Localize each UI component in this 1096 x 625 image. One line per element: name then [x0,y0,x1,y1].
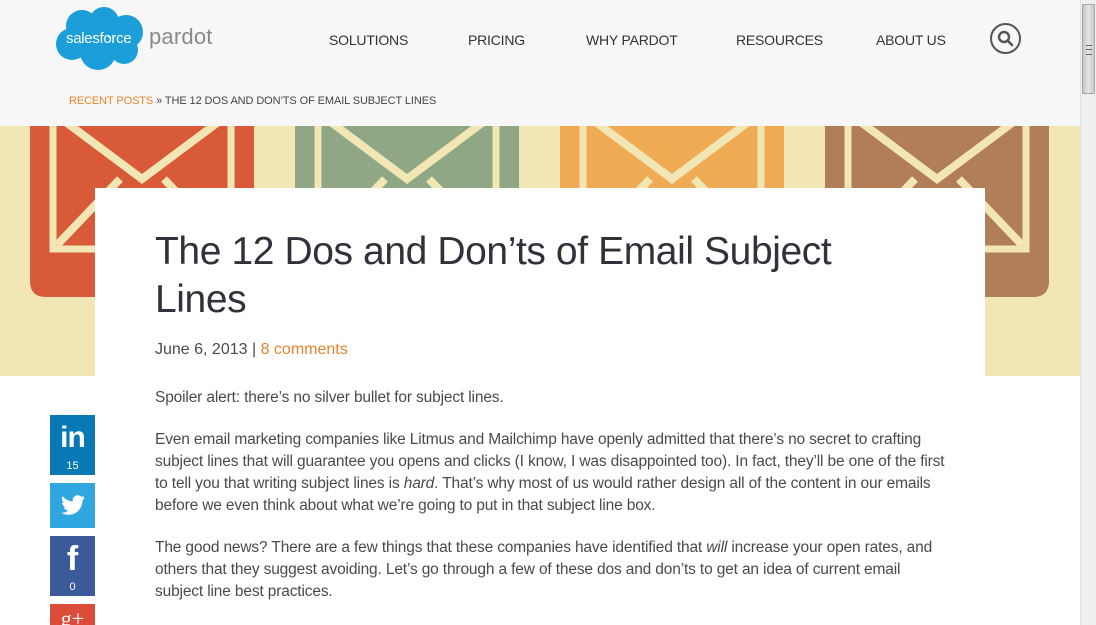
share-googleplus-button[interactable]: g+ [50,604,95,625]
paragraph-text: Spoiler alert: there’s no silver bullet … [155,389,504,406]
nav-solutions[interactable]: SOLUTIONS [329,32,408,48]
logo-product-text: pardot [149,24,213,49]
linkedin-icon: in [60,421,86,454]
search-button[interactable] [990,23,1021,54]
share-linkedin-button[interactable]: in 15 [50,415,95,475]
breadcrumb-recent-posts[interactable]: RECENT POSTS [69,95,153,107]
twitter-icon [61,495,85,515]
breadcrumb: RECENT POSTS » THE 12 DOS AND DON’TS OF … [69,95,436,107]
article-card: The 12 Dos and Don’ts of Email Subject L… [95,188,985,625]
breadcrumb-separator: » [153,95,165,107]
linkedin-share-count: 15 [66,460,79,472]
nav-about-us[interactable]: ABOUT US [876,32,946,48]
scrollbar-grip-icon [1086,45,1092,55]
paragraph: Spoiler alert: there’s no silver bullet … [155,387,945,409]
salesforce-pardot-logo[interactable]: salesforce pardot [54,6,224,72]
article-body: Spoiler alert: there’s no silver bullet … [155,387,945,623]
facebook-icon: f [66,540,79,578]
vertical-scrollbar[interactable] [1080,0,1096,625]
nav-resources[interactable]: RESOURCES [736,32,823,48]
nav-why-pardot[interactable]: WHY PARDOT [586,32,678,48]
article-title: The 12 Dos and Don’ts of Email Subject L… [155,230,832,321]
emphasis-text: will [706,539,728,556]
comments-link[interactable]: 8 comments [261,341,348,358]
paragraph: Even email marketing companies like Litm… [155,429,945,517]
paragraph: The good news? There are a few things th… [155,537,945,603]
site-header: salesforce pardot SOLUTIONS PRICING WHY … [0,0,1080,126]
facebook-share-count: 0 [69,581,76,593]
breadcrumb-current: THE 12 DOS AND DON’TS OF EMAIL SUBJECT L… [164,95,437,107]
paragraph-text: The good news? There are a few things th… [155,539,707,556]
share-twitter-button[interactable] [50,483,95,528]
meta-separator: | [247,341,261,358]
logo-badge-text: salesforce [66,30,132,47]
scrollbar-thumb[interactable] [1082,4,1095,94]
search-icon [997,30,1014,47]
article-meta: June 6, 2013 | 8 comments [155,341,348,359]
emphasis-text: hard [403,475,435,492]
googleplus-icon: g+ [60,606,85,625]
share-facebook-button[interactable]: f 0 [50,536,95,596]
nav-pricing[interactable]: PRICING [468,32,525,48]
article-date: June 6, 2013 [155,341,248,358]
